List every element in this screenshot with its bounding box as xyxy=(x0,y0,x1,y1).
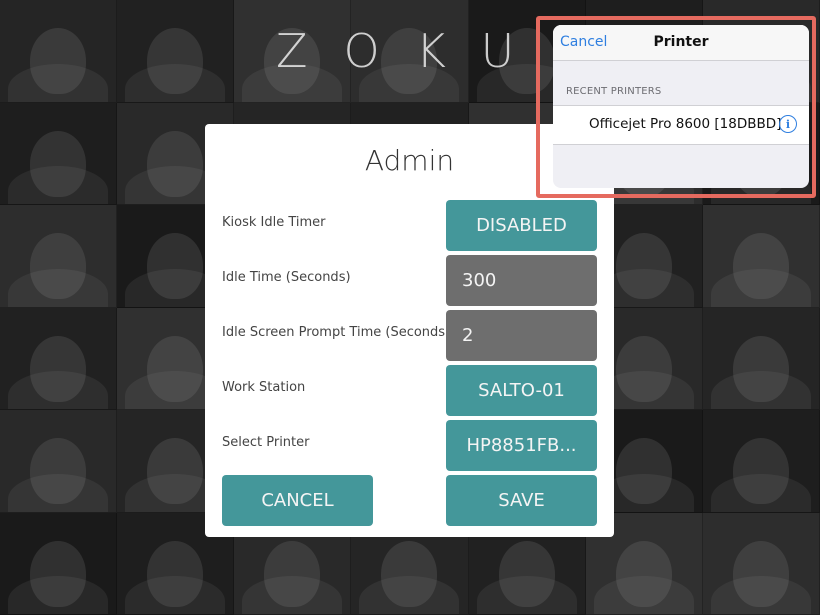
save-button[interactable]: SAVE xyxy=(446,475,597,526)
recent-printers-header: RECENT PRINTERS xyxy=(566,86,662,97)
idle-time-input[interactable]: 300 xyxy=(446,255,597,306)
idle-prompt-time-label: Idle Screen Prompt Time (Seconds) xyxy=(222,325,451,340)
printer-name: Officejet Pro 8600 [18DBBD] xyxy=(589,116,782,132)
printer-list-item[interactable]: Officejet Pro 8600 [18DBBD] i xyxy=(553,105,809,145)
kiosk-idle-timer-label: Kiosk Idle Timer xyxy=(222,215,326,230)
select-printer-label: Select Printer xyxy=(222,435,310,450)
popover-header: Cancel Printer xyxy=(553,25,809,61)
kiosk-idle-timer-toggle[interactable]: DISABLED xyxy=(446,200,597,251)
idle-prompt-time-input[interactable]: 2 xyxy=(446,310,597,361)
zoku-logo: ZOKU xyxy=(276,24,551,78)
popover-title: Printer xyxy=(653,34,709,50)
printer-popover: Cancel Printer RECENT PRINTERS Officejet… xyxy=(553,25,809,188)
cancel-button[interactable]: CANCEL xyxy=(222,475,373,526)
select-printer-button[interactable]: HP8851FB... xyxy=(446,420,597,471)
idle-time-label: Idle Time (Seconds) xyxy=(222,270,351,285)
info-icon[interactable]: i xyxy=(779,115,797,133)
work-station-button[interactable]: SALTO-01 xyxy=(446,365,597,416)
work-station-label: Work Station xyxy=(222,380,306,395)
